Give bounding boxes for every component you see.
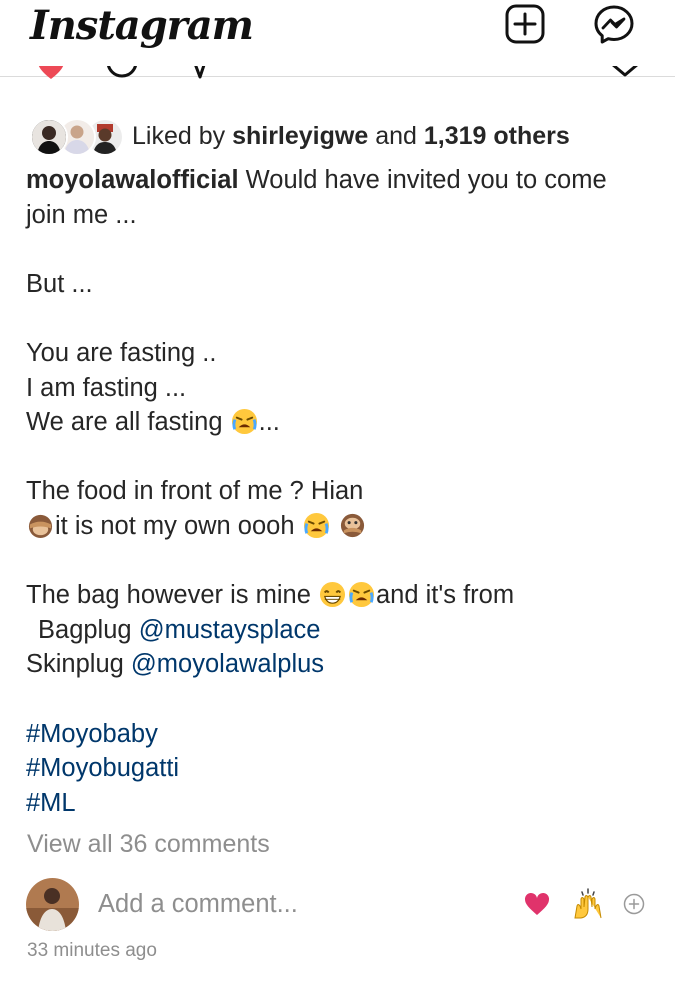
heart-emoji[interactable] <box>524 892 550 921</box>
likes-count[interactable]: 1,319 others <box>424 122 570 150</box>
caption-line: You are fasting .. <box>26 338 217 367</box>
hashtag-link[interactable]: #Moyobaby <box>26 717 646 752</box>
like-heart-icon[interactable] <box>36 66 66 80</box>
caption-line: I am fasting ... <box>26 373 187 402</box>
mention-link[interactable]: @mustaysplace <box>139 616 321 644</box>
caption-line: We are all fasting <box>26 408 223 437</box>
likes-text: Liked by shirleyigwe and 1,319 others <box>132 122 570 151</box>
post-timestamp: 33 minutes ago <box>27 940 157 961</box>
caption-username[interactable]: moyolawalofficial <box>26 166 239 194</box>
grinning-sweat-emoji <box>319 582 346 608</box>
caption-line: The food in front of me ? Hian <box>26 477 364 506</box>
add-reaction-icon[interactable] <box>623 893 645 920</box>
avatar[interactable] <box>26 878 79 931</box>
caption-line: The bag however is mine <box>26 581 311 610</box>
raised-hands-emoji[interactable] <box>572 888 604 925</box>
view-all-comments-link[interactable]: View all 36 comments <box>27 830 270 859</box>
caption-line: But ... <box>26 269 93 298</box>
save-bookmark-icon[interactable] <box>608 66 642 80</box>
speak-no-evil-monkey-emoji <box>340 513 364 538</box>
caption-line: it is not my own oooh <box>55 511 295 540</box>
caption-line: Would have invited you to come <box>245 166 607 194</box>
caption-line: join me ... <box>26 200 137 229</box>
hashtag-link[interactable]: #Moyobugatti <box>26 751 646 786</box>
comment-icon[interactable] <box>104 66 140 80</box>
add-comment-row: Add a comment... <box>26 878 656 932</box>
caption-line: and it's from <box>376 581 515 610</box>
liked-by-label: Liked by <box>132 121 226 150</box>
crying-face-emoji <box>348 582 375 608</box>
caption-label: Bagplug <box>38 615 132 644</box>
and-label: and <box>375 121 417 150</box>
see-no-evil-monkey-emoji <box>28 514 53 538</box>
caption-label: Skinplug <box>26 650 124 679</box>
new-post-icon[interactable] <box>503 2 547 46</box>
add-comment-input[interactable]: Add a comment... <box>98 890 298 919</box>
post-caption: moyolawalofficial Would have invited you… <box>26 163 646 820</box>
liker-avatars <box>30 116 124 156</box>
mention-link[interactable]: @moyolawalplus <box>131 650 324 678</box>
crying-face-emoji <box>231 409 257 435</box>
caption-ellipsis: ... <box>258 408 280 437</box>
liker-username[interactable]: shirleyigwe <box>232 122 368 150</box>
share-icon[interactable] <box>186 66 216 80</box>
messenger-icon[interactable] <box>592 2 636 46</box>
instagram-logo[interactable]: Instagram <box>30 2 254 49</box>
top-bar: Instagram <box>0 0 675 80</box>
likes-summary[interactable]: Liked by shirleyigwe and 1,319 others <box>30 116 570 156</box>
avatar <box>30 118 68 156</box>
crying-face-emoji <box>303 512 329 538</box>
hashtag-link[interactable]: #ML <box>26 786 646 821</box>
